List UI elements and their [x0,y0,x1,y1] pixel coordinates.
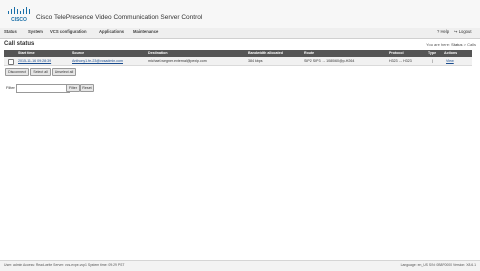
app-title: Cisco TelePresence Video Communication S… [36,14,203,21]
column-header-start-time[interactable]: Start time [18,51,35,55]
cell-type: | [432,58,433,63]
breadcrumb: You are here: Status > Calls [426,42,476,47]
cell-bandwidth: 384 kbps [248,58,263,63]
column-header-type[interactable]: Type [428,51,436,55]
menu-applications[interactable]: Applications [99,29,124,34]
filter-input[interactable] [16,84,70,93]
logout-icon: ↪ [454,29,458,34]
footer-session-info: User: admin Access: Read-write Server: v… [4,263,125,267]
row-checkbox[interactable] [8,58,14,65]
view-link[interactable]: View [446,59,454,63]
column-header-actions: Actions [444,51,458,55]
help-label: Help [440,29,450,34]
main-menu-bar: Status System VCS configuration Applicat… [0,28,480,39]
unselect-all-button[interactable]: Unselect all [52,68,76,76]
select-all-button[interactable]: Select all [30,68,51,76]
logout-link[interactable]: ↪ Logout [454,29,472,34]
column-header-route[interactable]: Route [304,51,314,55]
table-header-row: Start time Source Destination Bandwidth … [4,50,472,57]
disconnect-button[interactable]: Disconnect [5,68,29,76]
cell-source[interactable]: Anthony1.fe-23@vcsadmin.com [72,59,123,63]
help-icon: ? [437,29,440,34]
breadcrumb-current: Calls [467,42,476,47]
help-link[interactable]: ? Help [437,29,449,34]
table-row: 2015-11-16 09:28:39 Anthony1.fe-23@vcsad… [4,57,472,66]
menu-vcs-configuration[interactable]: VCS configuration [50,29,87,34]
column-header-destination[interactable]: Destination [148,51,168,55]
filter-label: Filter [6,85,15,90]
cell-route: SIP2 SIP3 → 1080i60@p-H264 [304,58,355,63]
cisco-logo: CISCO [8,7,30,23]
menu-status[interactable]: Status [4,29,17,34]
cell-destination: michael.wegner.external@pexip.com [148,58,207,63]
footer-system-info: Language: en_US S/N: 0B8F0000 Version: X… [400,263,476,267]
column-header-source[interactable]: Source [72,51,84,55]
column-header-bandwidth[interactable]: Bandwidth allocated [248,51,283,55]
breadcrumb-separator: > [463,42,466,47]
breadcrumb-status-link[interactable]: Status [451,42,462,47]
app-header: CISCO Cisco TelePresence Video Communica… [0,0,480,29]
menu-system[interactable]: System [28,29,43,34]
column-header-protocol[interactable]: Protocol [389,51,404,55]
cell-start-time[interactable]: 2015-11-16 09:28:39 [18,59,51,63]
breadcrumb-prefix: You are here: [426,42,451,47]
logout-label: Logout [458,29,472,34]
status-footer: User: admin Access: Read-write Server: v… [0,260,480,271]
svg-text:CISCO: CISCO [11,17,27,23]
reset-button[interactable]: Reset [80,84,94,92]
cell-protocol: H323 ↔ H323 [389,58,412,63]
menu-maintenance[interactable]: Maintenance [133,29,158,34]
page-title: Call status [4,41,35,47]
filter-button[interactable]: Filter [66,84,80,92]
